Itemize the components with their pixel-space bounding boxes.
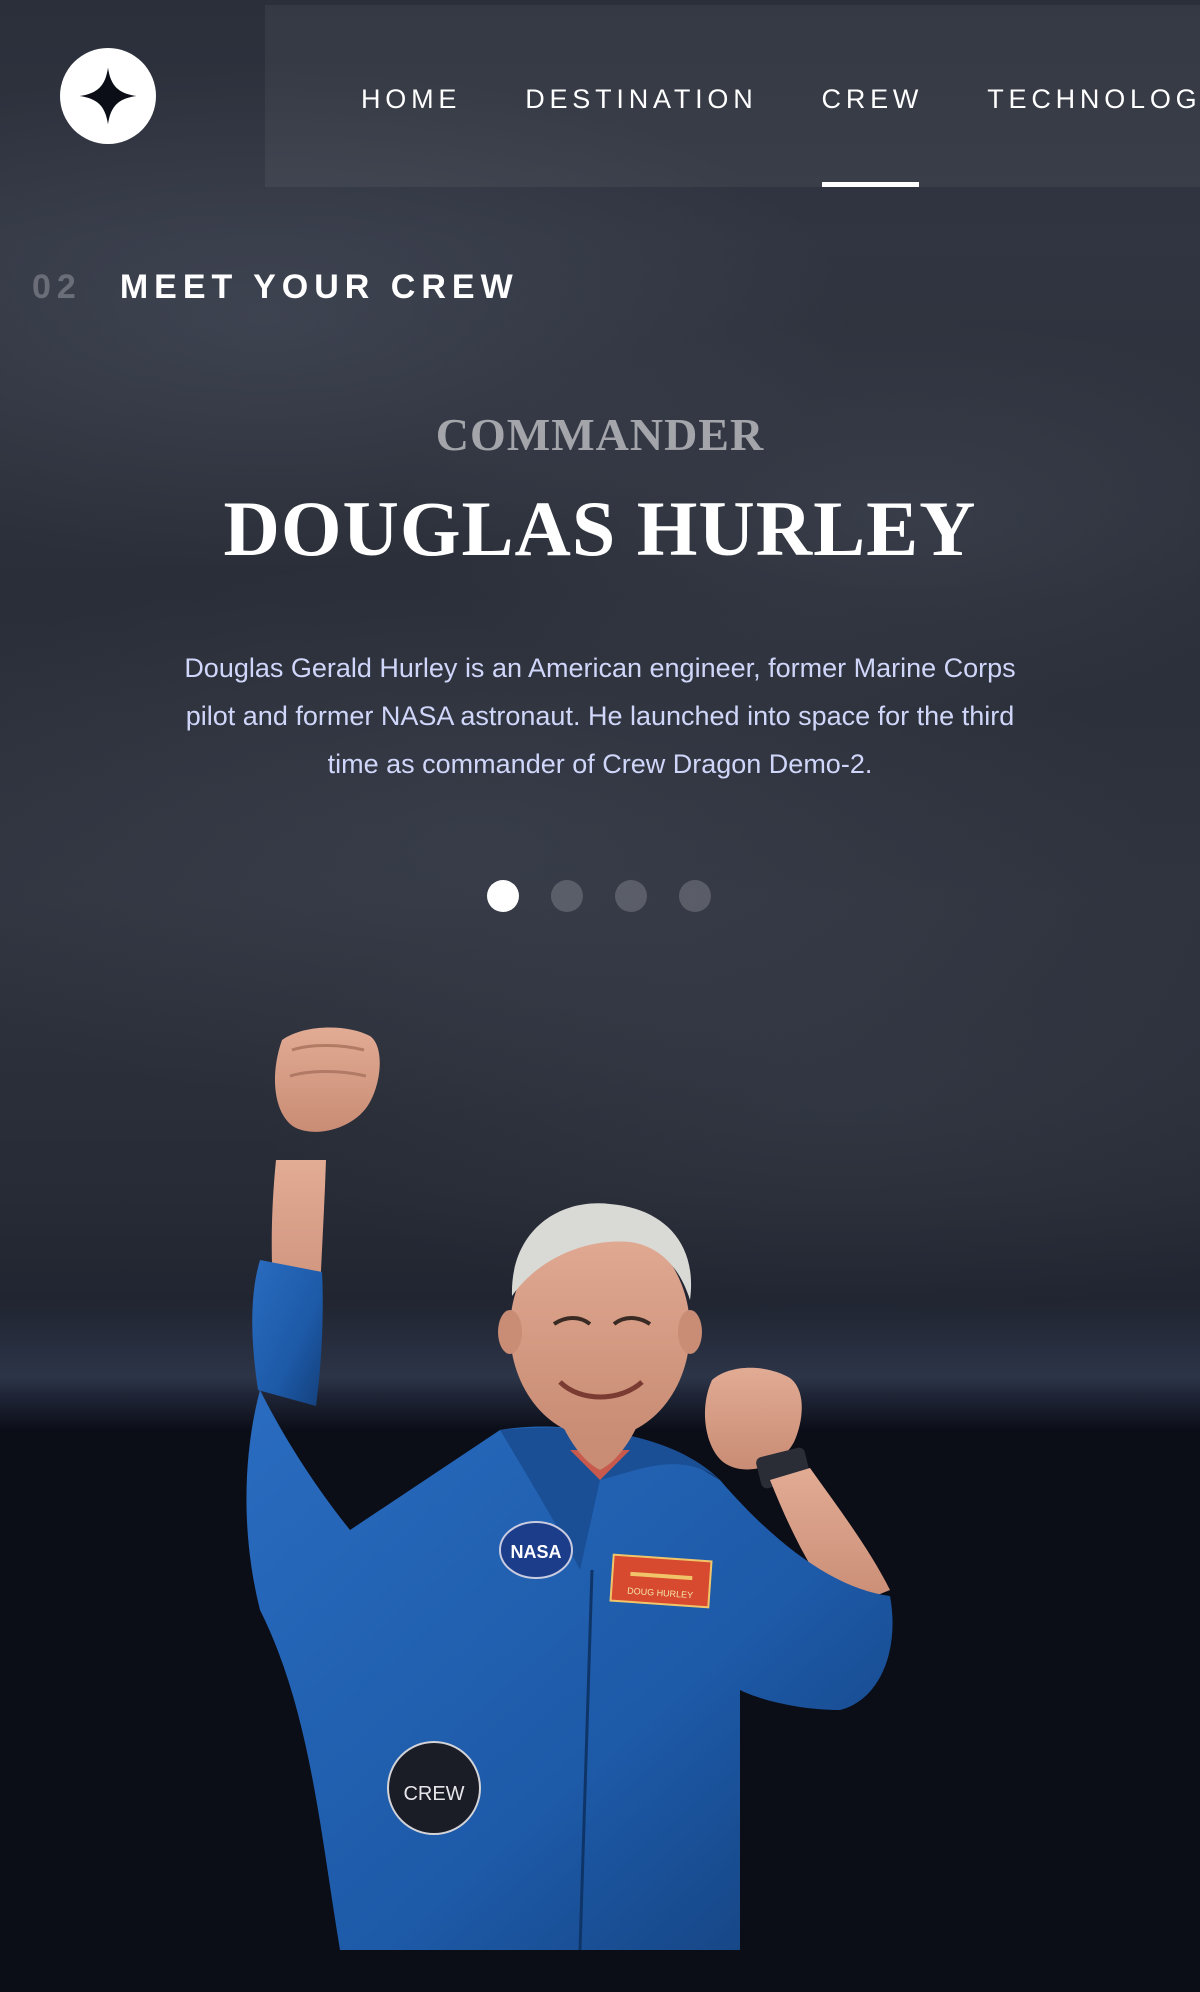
nav-item-destination[interactable]: DESTINATION bbox=[525, 5, 757, 187]
pagination-dot-3[interactable] bbox=[615, 880, 647, 912]
nav-item-crew[interactable]: CREW bbox=[821, 5, 924, 187]
nav-item-label: TECHNOLOGY bbox=[987, 83, 1200, 114]
crew-name: DOUGLAS HURLEY bbox=[223, 485, 977, 572]
crew-bio: Douglas Gerald Hurley is an American eng… bbox=[184, 653, 1016, 779]
nav-item-label: HOME bbox=[361, 83, 462, 114]
astronaut-photo: NASA DOUG HURLEY CREW bbox=[200, 1010, 1000, 1950]
section-heading: 02 MEET YOUR CREW bbox=[32, 268, 519, 307]
astronaut-figure: NASA DOUG HURLEY CREW bbox=[246, 1027, 893, 1950]
crew-pagination bbox=[487, 880, 711, 912]
nav-item-home[interactable]: HOME bbox=[361, 5, 461, 187]
pagination-dot-4[interactable] bbox=[679, 880, 711, 912]
nasa-patch-text: NASA bbox=[510, 1542, 561, 1562]
nav-item-label: CREW bbox=[821, 83, 924, 114]
star-logo-icon bbox=[79, 67, 137, 125]
logo[interactable] bbox=[60, 48, 156, 144]
pagination-dot-2[interactable] bbox=[551, 880, 583, 912]
nav-item-technology[interactable]: TECHNOLOGY bbox=[987, 5, 1200, 187]
nav-item-label: DESTINATION bbox=[525, 83, 758, 114]
primary-navigation: HOME DESTINATION CREW TECHNOLOGY bbox=[265, 5, 1200, 187]
section-number: 02 bbox=[32, 268, 82, 306]
section-title: MEET YOUR CREW bbox=[119, 268, 519, 306]
crew-role: COMMANDER bbox=[435, 409, 765, 460]
mission-patch-text: CREW bbox=[403, 1783, 464, 1805]
pagination-dot-1[interactable] bbox=[487, 880, 519, 912]
crew-page: HOME DESTINATION CREW TECHNOLOGY 02 MEET… bbox=[0, 0, 1200, 1992]
